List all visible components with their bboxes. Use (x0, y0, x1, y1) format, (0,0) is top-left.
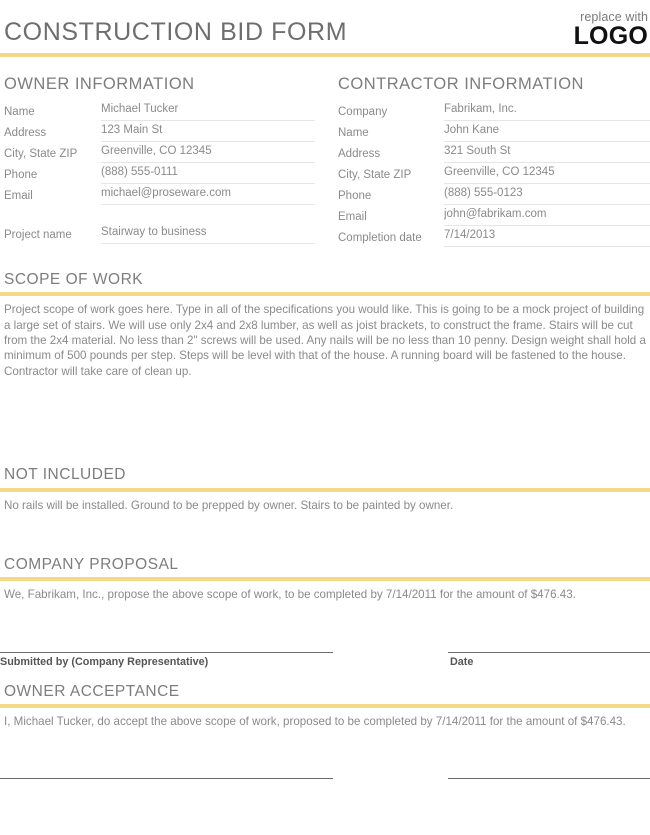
owner-field-email[interactable]: Email michael@proseware.com (0, 184, 315, 205)
contractor-field-email[interactable]: Email john@fabrikam.com (332, 205, 650, 226)
contractor-field-company-label: Company (338, 105, 388, 118)
header-accent-bar (0, 53, 650, 57)
document-header: CONSTRUCTION BID FORM replace with LOGO (0, 0, 650, 52)
contractor-field-name-label: Name (338, 126, 369, 139)
logo-placeholder[interactable]: replace with LOGO (573, 10, 648, 52)
not-included-section: NOT INCLUDED No rails will be installed.… (0, 465, 650, 554)
bid-form-page: CONSTRUCTION BID FORM replace with LOGO … (0, 0, 650, 835)
scope-of-work-heading: SCOPE OF WORK (4, 270, 144, 288)
company-proposal-section: COMPANY PROPOSAL We, Fabrikam, Inc., pro… (0, 555, 650, 643)
submitted-date-label: Date (450, 655, 474, 668)
owner-field-project-name-value[interactable]: Stairway to business (101, 223, 315, 244)
contractor-field-company[interactable]: Company Fabrikam, Inc. (332, 100, 650, 121)
contractor-signature-row: Submitted by (Company Representative) Da… (0, 651, 650, 669)
information-columns: OWNER INFORMATION Name Michael Tucker Ad… (0, 75, 650, 247)
owner-acceptance-section: OWNER ACCEPTANCE I, Michael Tucker, do a… (0, 682, 650, 774)
owner-field-address[interactable]: Address 123 Main St (0, 121, 315, 142)
contractor-field-city-state-zip[interactable]: City, State ZIP Greenville, CO 12345 (332, 163, 650, 184)
contractor-field-address-label: Address (338, 147, 381, 160)
submitted-by-signature-field[interactable]: Submitted by (Company Representative) (0, 651, 333, 669)
not-included-heading: NOT INCLUDED (4, 466, 126, 484)
contractor-field-phone[interactable]: Phone (888) 555-0123 (332, 184, 650, 205)
owner-acceptance-body[interactable]: I, Michael Tucker, do accept the above s… (0, 708, 650, 774)
contractor-information-heading: CONTRACTOR INFORMATION (338, 75, 584, 93)
company-proposal-body[interactable]: We, Fabrikam, Inc., propose the above sc… (0, 581, 650, 643)
owner-signature-field[interactable] (0, 778, 333, 780)
owner-field-city-state-zip-label: City, State ZIP (4, 147, 78, 160)
owner-date-line[interactable] (448, 778, 650, 780)
contractor-information-section: CONTRACTOR INFORMATION Company Fabrikam,… (325, 75, 650, 247)
contractor-field-address[interactable]: Address 321 South St (332, 142, 650, 163)
owner-field-city-state-zip[interactable]: City, State ZIP Greenville, CO 12345 (0, 142, 315, 163)
owner-date-field[interactable] (448, 778, 650, 780)
logo-word: LOGO (573, 22, 648, 50)
owner-field-phone-value[interactable]: (888) 555-0111 (101, 163, 315, 184)
scope-of-work-body[interactable]: Project scope of work goes here. Type in… (0, 296, 650, 461)
owner-fields-spacer (0, 205, 315, 223)
owner-acceptance-heading: OWNER ACCEPTANCE (4, 682, 180, 700)
not-included-body[interactable]: No rails will be installed. Ground to be… (0, 492, 650, 555)
owner-field-name-label: Name (4, 105, 35, 118)
page-title: CONSTRUCTION BID FORM (4, 18, 348, 46)
company-proposal-heading: COMPANY PROPOSAL (4, 555, 179, 573)
contractor-field-city-state-zip-value[interactable]: Greenville, CO 12345 (444, 163, 650, 184)
contractor-field-completion-date-value[interactable]: 7/14/2013 (444, 226, 650, 247)
contractor-field-email-value[interactable]: john@fabrikam.com (444, 205, 650, 226)
owner-signature-line[interactable] (0, 778, 333, 780)
owner-information-heading: OWNER INFORMATION (4, 75, 195, 93)
owner-field-address-label: Address (4, 126, 47, 139)
contractor-field-phone-label: Phone (338, 189, 372, 202)
scope-of-work-section: SCOPE OF WORK Project scope of work goes… (0, 270, 650, 461)
owner-field-name[interactable]: Name Michael Tucker (0, 100, 315, 121)
owner-field-email-label: Email (4, 189, 33, 202)
owner-field-city-state-zip-value[interactable]: Greenville, CO 12345 (101, 142, 315, 163)
owner-field-phone[interactable]: Phone (888) 555-0111 (0, 163, 315, 184)
contractor-field-completion-date[interactable]: Completion date 7/14/2013 (332, 226, 650, 247)
contractor-field-name[interactable]: Name John Kane (332, 121, 650, 142)
submitted-by-label: Submitted by (Company Representative) (0, 655, 209, 668)
owner-information-section: OWNER INFORMATION Name Michael Tucker Ad… (0, 75, 325, 247)
contractor-field-address-value[interactable]: 321 South St (444, 142, 650, 163)
contractor-field-company-value[interactable]: Fabrikam, Inc. (444, 100, 650, 121)
owner-field-phone-label: Phone (4, 168, 38, 181)
contractor-field-name-value[interactable]: John Kane (444, 121, 650, 142)
owner-field-name-value[interactable]: Michael Tucker (101, 100, 315, 121)
owner-field-address-value[interactable]: 123 Main St (101, 121, 315, 142)
contractor-field-email-label: Email (338, 210, 367, 223)
submitted-date-field[interactable]: Date (448, 651, 650, 669)
owner-field-email-value[interactable]: michael@proseware.com (101, 184, 315, 205)
contractor-field-city-state-zip-label: City, State ZIP (338, 168, 412, 181)
owner-field-project-name[interactable]: Project name Stairway to business (0, 223, 315, 244)
contractor-field-phone-value[interactable]: (888) 555-0123 (444, 184, 650, 205)
contractor-field-completion-date-label: Completion date (338, 231, 422, 244)
owner-signature-row (0, 778, 650, 780)
owner-field-project-name-label: Project name (4, 228, 72, 241)
